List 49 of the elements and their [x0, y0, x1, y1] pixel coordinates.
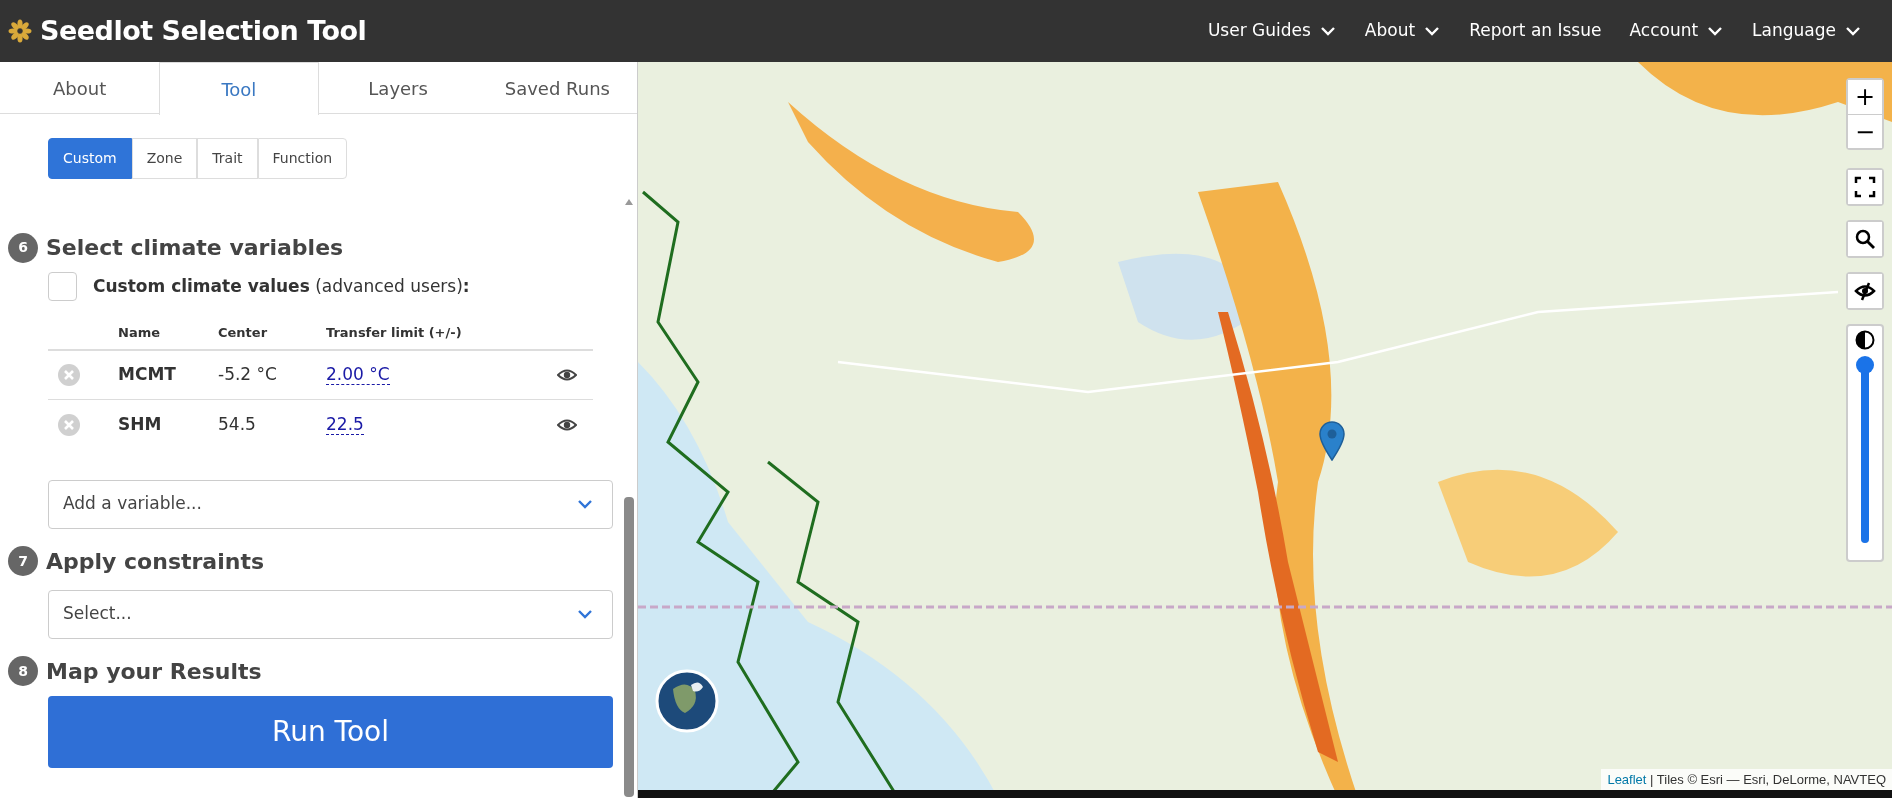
column-header: Name — [114, 317, 214, 350]
mode-tab[interactable]: Custom — [48, 138, 132, 179]
nav-menu-link[interactable]: User Guides — [1201, 14, 1343, 48]
panel-tab[interactable]: Layers — [318, 62, 478, 114]
table-cell: -5.2 °C — [214, 349, 322, 400]
nav-menu-link[interactable]: Language — [1746, 14, 1868, 48]
column-header: Center — [214, 317, 322, 350]
map-marker-icon[interactable] — [1318, 420, 1346, 462]
slider-thumb[interactable] — [1856, 356, 1874, 374]
panel-tab[interactable]: Tool — [159, 62, 319, 115]
step-number: 8 — [8, 656, 38, 686]
flower-logo-icon — [8, 19, 32, 43]
scrollbar[interactable] — [623, 197, 635, 797]
checkbox[interactable] — [48, 272, 77, 301]
table-cell: MCMT — [114, 349, 214, 400]
fullscreen-button[interactable] — [1848, 170, 1882, 204]
step-number: 7 — [8, 546, 38, 576]
zoom-out-button[interactable]: − — [1848, 114, 1882, 148]
contrast-icon — [1855, 330, 1875, 350]
mode-tab[interactable]: Function — [257, 138, 348, 179]
mode-tab[interactable]: Zone — [131, 138, 198, 179]
crossed-eye-icon — [1854, 280, 1876, 302]
map-attribution: Leaflet | Tiles © Esri — Esri, DeLorme, NAVTEQ — [1601, 768, 1892, 790]
checkbox-label: Custom climate values (advanced users): — [93, 274, 470, 298]
nav-menu-link[interactable]: Account — [1623, 14, 1731, 48]
variable-dropdown[interactable]: Add a variable... — [48, 479, 613, 529]
fullscreen-icon — [1854, 176, 1876, 198]
table-cell: SHM — [114, 399, 214, 450]
search-icon — [1854, 228, 1876, 250]
panel-tab[interactable]: About — [0, 62, 160, 114]
app-title: Seedlot Selection Tool — [40, 13, 367, 48]
visibility-toggle-button[interactable] — [1848, 274, 1882, 308]
transfer-limit-link[interactable]: 2.00 °C — [326, 364, 390, 385]
nav-menu-link[interactable]: Report an Issue — [1463, 14, 1608, 48]
step-number: 6 — [8, 232, 38, 263]
run-tool-button[interactable]: Run Tool — [48, 695, 613, 768]
step-title: Apply constraints — [46, 547, 264, 576]
nav-menu-link[interactable]: About — [1358, 14, 1448, 48]
constraints-dropdown[interactable]: Select... — [48, 589, 613, 639]
table-cell: 54.5 — [214, 399, 322, 450]
globe-button[interactable] — [655, 669, 719, 733]
step-title: Map your Results — [46, 657, 262, 686]
panel-tab[interactable]: Saved Runs — [477, 62, 637, 114]
column-header: Transfer limit (+/-) — [322, 317, 534, 350]
step-title: Select climate variables — [46, 234, 344, 262]
leaflet-link[interactable]: Leaflet — [1607, 771, 1647, 787]
search-button[interactable] — [1848, 222, 1882, 256]
mode-tab[interactable]: Trait — [197, 138, 258, 179]
transfer-limit-link[interactable]: 22.5 — [326, 414, 364, 435]
